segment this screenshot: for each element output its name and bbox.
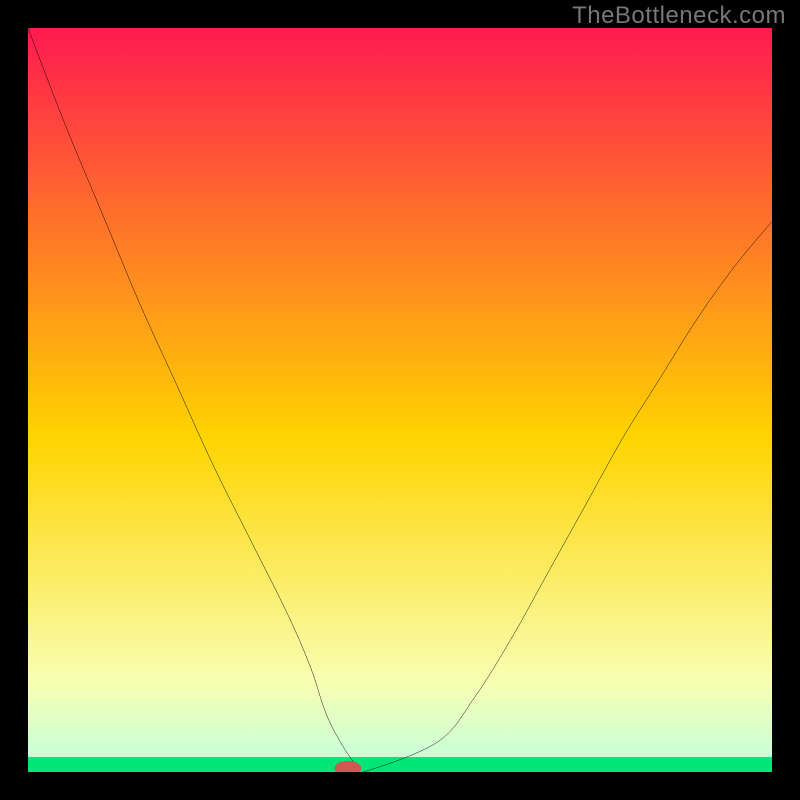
gradient-background [28,28,772,772]
plot-area [28,28,772,772]
watermark-text: TheBottleneck.com [572,2,786,30]
chart-svg [28,28,772,772]
green-bottom-band [28,757,772,772]
chart-frame: TheBottleneck.com [0,0,800,800]
pale-band [28,683,772,757]
